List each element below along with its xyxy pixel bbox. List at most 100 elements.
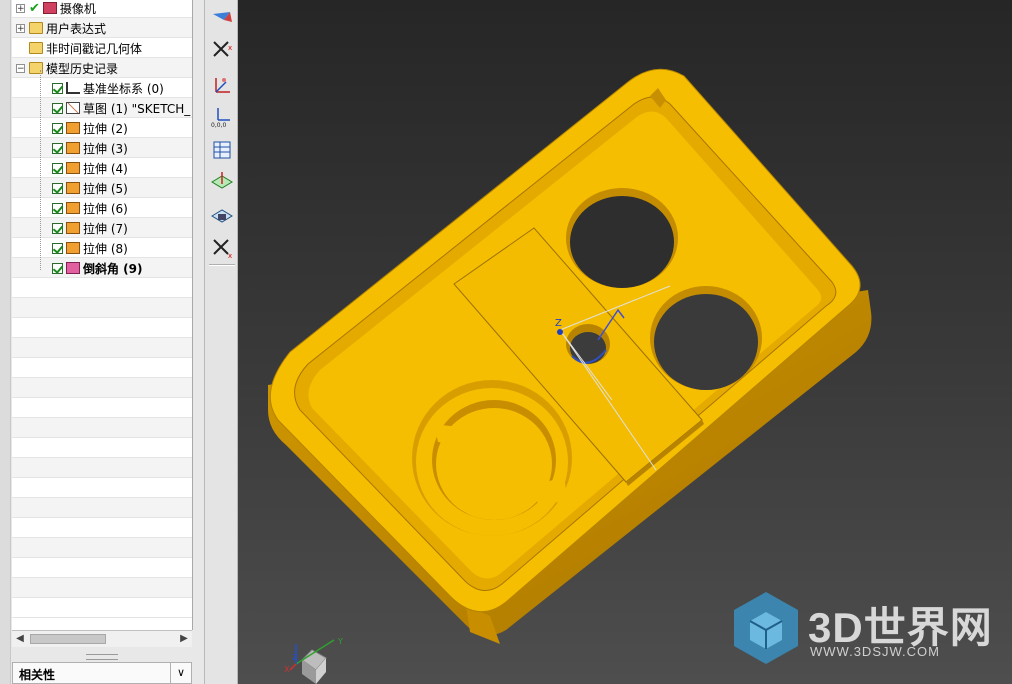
checkbox[interactable] [52, 182, 63, 194]
tree-node-label: 拉伸 (5) [83, 181, 128, 196]
checkbox[interactable] [52, 222, 63, 234]
wcs-dynamic-icon[interactable] [210, 8, 234, 32]
panel-splitter[interactable] [86, 654, 118, 660]
wcs-plane-icon[interactable] [210, 170, 234, 194]
model-tree[interactable]: + ✔ 摄像机 + 用户表达式非时间戳记几何体 − 模型历史记录 基准坐标系 (0) 草图 (1… [12, 0, 193, 630]
tree-node[interactable]: 拉伸 (2) [52, 118, 128, 138]
tree-node-label: 草图 (1) "SKETCH_ [83, 101, 191, 116]
checkbox[interactable] [52, 262, 63, 274]
collapse-icon[interactable]: − [16, 63, 25, 73]
tree-node-label: 非时间戳记几何体 [46, 41, 143, 56]
chevron-down-icon[interactable]: ∨ [170, 663, 191, 683]
tree-row[interactable]: 倒斜角 (9) [12, 258, 192, 278]
tree-node-label: 拉伸 (2) [83, 121, 128, 136]
triad-x-label: X [284, 665, 290, 674]
tree-node-label: 拉伸 (4) [83, 161, 128, 176]
checkbox[interactable] [52, 202, 63, 214]
tree-node[interactable]: 拉伸 (4) [52, 158, 128, 178]
chamfer-icon [66, 262, 80, 274]
scroll-right-icon[interactable]: ▶ [176, 631, 192, 647]
tree-row[interactable]: 拉伸 (6) [12, 198, 192, 218]
tree-node[interactable]: 拉伸 (6) [52, 198, 128, 218]
wcs-rotate-icon[interactable] [210, 72, 234, 96]
extrude-icon [66, 202, 80, 214]
tree-row [12, 478, 192, 498]
tree-node-label: 拉伸 (8) [83, 241, 128, 256]
checkbox[interactable] [52, 102, 63, 114]
tree-node[interactable]: − 模型历史记录 [16, 58, 118, 78]
tree-node[interactable]: 拉伸 (3) [52, 138, 128, 158]
tree-row[interactable]: + ✔ 摄像机 [12, 0, 192, 18]
wcs-absolute-icon[interactable]: 0,0,0 [210, 104, 234, 128]
tree-row[interactable]: 基准坐标系 (0) [12, 78, 192, 98]
scroll-thumb[interactable] [30, 634, 106, 644]
tree-row [12, 378, 192, 398]
tree-row [12, 338, 192, 358]
relations-panel-header[interactable]: 相关性 ∨ [12, 662, 192, 684]
tree-row[interactable]: − 模型历史记录 [12, 58, 192, 78]
model-view[interactable]: Z Y Z X [238, 0, 1012, 684]
wcs-toolbar: x 0,0,0 x [204, 0, 238, 684]
wcs-origin-point[interactable] [557, 329, 563, 335]
tree-row[interactable]: 拉伸 (2) [12, 118, 192, 138]
triad-z-label: Z [292, 653, 298, 662]
triad-y-label: Y [337, 637, 343, 646]
checkbox[interactable] [52, 242, 63, 254]
visible-check-icon[interactable]: ✔ [29, 1, 40, 16]
wcs-origin-icon[interactable]: x [210, 38, 234, 62]
tree-node-label: 拉伸 (3) [83, 141, 128, 156]
sketch-icon [66, 102, 80, 114]
checkbox[interactable] [52, 142, 63, 154]
graphics-window[interactable]: Z Y Z X 3D世界网 WWW.3DSJW.COM [238, 0, 1012, 684]
svg-text:x: x [228, 252, 232, 260]
tree-node[interactable]: 基准坐标系 (0) [52, 78, 164, 98]
tree-row [12, 418, 192, 438]
expand-icon[interactable]: + [16, 3, 25, 13]
watermark: 3D世界网 WWW.3DSJW.COM [728, 588, 998, 668]
wcs-z-label: Z [555, 318, 562, 329]
horizontal-scrollbar[interactable]: ◀ ▶ [12, 630, 192, 647]
tree-row [12, 318, 192, 338]
tree-row [12, 538, 192, 558]
tree-node-label: 摄像机 [59, 1, 96, 16]
tree-row [12, 518, 192, 538]
tree-row[interactable]: 拉伸 (3) [12, 138, 192, 158]
tree-node[interactable]: 倒斜角 (9) [52, 258, 143, 278]
tree-node[interactable]: 拉伸 (5) [52, 178, 128, 198]
tree-row[interactable]: 拉伸 (8) [12, 238, 192, 258]
checkbox[interactable] [52, 122, 63, 134]
tree-row[interactable]: 拉伸 (5) [12, 178, 192, 198]
tree-connector [40, 70, 41, 270]
tree-row [12, 438, 192, 458]
tree-row[interactable]: 非时间戳记几何体 [12, 38, 192, 58]
tree-node[interactable]: + 用户表达式 [16, 18, 106, 38]
tree-row [12, 578, 192, 598]
wcs-table-icon[interactable] [210, 138, 234, 162]
tree-row[interactable]: 拉伸 (7) [12, 218, 192, 238]
c-shaped-pocket [412, 380, 572, 536]
tree-row[interactable]: + 用户表达式 [12, 18, 192, 38]
tree-row [12, 558, 192, 578]
tree-node-label: 用户表达式 [46, 21, 107, 36]
extrude-icon [66, 182, 80, 194]
expand-icon[interactable]: + [16, 23, 25, 33]
part-navigator: + ✔ 摄像机 + 用户表达式非时间戳记几何体 − 模型历史记录 基准坐标系 (0) 草图 (1… [0, 0, 204, 684]
tree-node[interactable]: 拉伸 (8) [52, 238, 128, 258]
tree-row [12, 278, 192, 298]
toolbar-separator [209, 264, 235, 266]
scroll-left-icon[interactable]: ◀ [12, 631, 28, 647]
checkbox[interactable] [52, 82, 63, 94]
tree-row[interactable]: 拉伸 (4) [12, 158, 192, 178]
view-triad [289, 639, 335, 684]
tree-node[interactable]: 非时间戳记几何体 [16, 38, 142, 58]
tree-row [12, 598, 192, 618]
wcs-display-icon[interactable]: x [210, 236, 234, 260]
tree-row[interactable]: 草图 (1) "SKETCH_ [12, 98, 192, 118]
wcs-save-icon[interactable] [210, 204, 234, 228]
tree-node[interactable]: 拉伸 (7) [52, 218, 128, 238]
tree-node[interactable]: 草图 (1) "SKETCH_ [52, 98, 190, 118]
extrude-icon [66, 242, 80, 254]
checkbox[interactable] [52, 162, 63, 174]
tree-row [12, 358, 192, 378]
tree-node[interactable]: + ✔ 摄像机 [16, 0, 96, 18]
